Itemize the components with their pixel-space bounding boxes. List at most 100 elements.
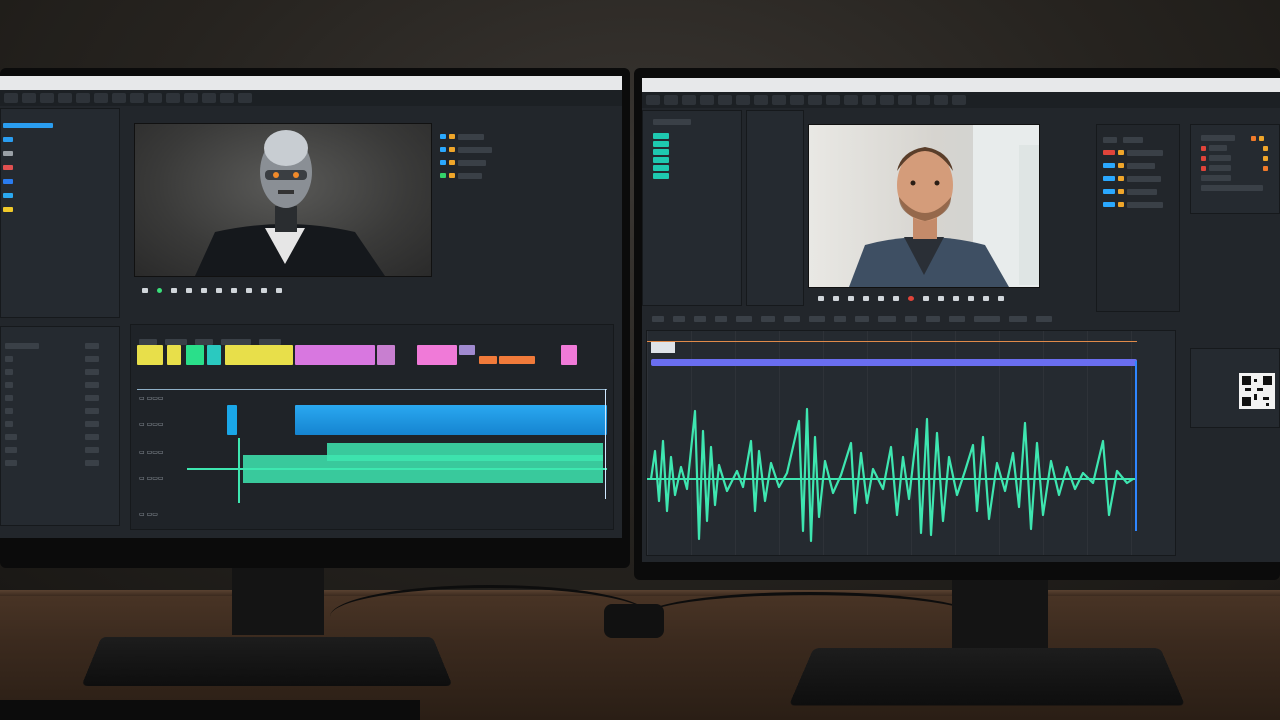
list-item[interactable] xyxy=(651,172,737,180)
marker-row[interactable] xyxy=(438,169,495,182)
menu-button[interactable] xyxy=(130,93,144,103)
color-swatch[interactable] xyxy=(119,207,120,212)
color-swatch[interactable] xyxy=(3,193,13,198)
menu-button[interactable] xyxy=(862,95,876,105)
list-item[interactable] xyxy=(651,132,737,140)
timeline-clip[interactable] xyxy=(207,345,221,365)
menu-button[interactable] xyxy=(916,95,930,105)
step-icon[interactable] xyxy=(878,296,884,301)
menu-button[interactable] xyxy=(238,93,252,103)
inspector-row[interactable] xyxy=(1199,153,1275,163)
menu-button[interactable] xyxy=(58,93,72,103)
timeline-clip[interactable] xyxy=(186,345,204,365)
list-item[interactable] xyxy=(651,140,737,148)
audio-tool-button[interactable] xyxy=(784,316,800,322)
step-icon[interactable] xyxy=(998,296,1004,301)
timeline-clip[interactable] xyxy=(417,345,457,365)
list-item[interactable] xyxy=(651,148,737,156)
list-item[interactable] xyxy=(3,339,117,352)
color-swatch[interactable] xyxy=(119,151,120,156)
menu-button[interactable] xyxy=(898,95,912,105)
menu-button[interactable] xyxy=(646,95,660,105)
list-item[interactable] xyxy=(3,417,117,430)
step-icon[interactable] xyxy=(893,296,899,301)
audio-tool-button[interactable] xyxy=(652,316,664,322)
menu-button[interactable] xyxy=(166,93,180,103)
camera-viewer[interactable] xyxy=(808,124,1040,288)
menu-button[interactable] xyxy=(202,93,216,103)
audio-tool-button[interactable] xyxy=(926,316,940,322)
audio-tool-button[interactable] xyxy=(809,316,825,322)
color-swatch[interactable] xyxy=(3,151,13,156)
menu-button[interactable] xyxy=(22,93,36,103)
audio-tool-button[interactable] xyxy=(1036,316,1052,322)
effect-item[interactable] xyxy=(1101,159,1175,172)
audio-tool-button[interactable] xyxy=(949,316,965,322)
color-swatch[interactable] xyxy=(119,123,120,128)
inspector-row[interactable] xyxy=(1199,143,1275,153)
step-icon[interactable] xyxy=(953,296,959,301)
effect-item[interactable] xyxy=(1101,172,1175,185)
audio-clip[interactable] xyxy=(295,405,607,435)
timeline-clip[interactable] xyxy=(225,345,293,365)
audio-tool-button[interactable] xyxy=(878,316,896,322)
menu-button[interactable] xyxy=(148,93,162,103)
timeline-clip[interactable] xyxy=(167,345,181,365)
menu-button[interactable] xyxy=(772,95,786,105)
step-icon[interactable] xyxy=(276,288,282,293)
inspector-row[interactable] xyxy=(1199,183,1275,193)
menu-button[interactable] xyxy=(4,93,18,103)
record-icon[interactable] xyxy=(908,296,914,301)
step-icon[interactable] xyxy=(818,296,824,301)
step-icon[interactable] xyxy=(863,296,869,301)
timeline-clip[interactable] xyxy=(137,345,163,365)
menu-button[interactable] xyxy=(112,93,126,103)
step-icon[interactable] xyxy=(246,288,252,293)
audio-tool-button[interactable] xyxy=(855,316,869,322)
menu-button[interactable] xyxy=(664,95,678,105)
color-swatch[interactable] xyxy=(3,207,13,212)
menu-button[interactable] xyxy=(880,95,894,105)
color-swatch[interactable] xyxy=(3,165,13,170)
playhead[interactable] xyxy=(605,389,606,499)
color-swatch[interactable] xyxy=(3,179,13,184)
playhead[interactable] xyxy=(1135,361,1137,531)
menu-button[interactable] xyxy=(736,95,750,105)
menu-button[interactable] xyxy=(184,93,198,103)
step-icon[interactable] xyxy=(261,288,267,293)
step-icon[interactable] xyxy=(201,288,207,293)
inspector-row[interactable] xyxy=(1199,163,1275,173)
waveform-editor[interactable] xyxy=(646,330,1176,556)
audio-tool-button[interactable] xyxy=(1009,316,1027,322)
marker-row[interactable] xyxy=(438,130,495,143)
list-item[interactable] xyxy=(3,443,117,456)
menu-button[interactable] xyxy=(952,95,966,105)
menu-button[interactable] xyxy=(94,93,108,103)
marker-row[interactable] xyxy=(438,143,495,156)
list-item[interactable] xyxy=(3,404,117,417)
audio-tool-button[interactable] xyxy=(974,316,1000,322)
effect-item[interactable] xyxy=(1101,185,1175,198)
menu-button[interactable] xyxy=(754,95,768,105)
step-icon[interactable] xyxy=(186,288,192,293)
color-swatch[interactable] xyxy=(119,179,120,184)
menu-button[interactable] xyxy=(934,95,948,105)
effect-item[interactable] xyxy=(1101,133,1175,146)
timeline-clip[interactable] xyxy=(295,345,375,365)
menu-button[interactable] xyxy=(40,93,54,103)
step-icon[interactable] xyxy=(216,288,222,293)
audio-tool-button[interactable] xyxy=(715,316,727,322)
menu-button[interactable] xyxy=(76,93,90,103)
list-item[interactable] xyxy=(3,456,117,469)
play-icon[interactable] xyxy=(142,288,148,293)
step-icon[interactable] xyxy=(848,296,854,301)
list-item[interactable] xyxy=(651,156,737,164)
range-bar[interactable] xyxy=(651,359,1137,366)
color-swatch[interactable] xyxy=(3,137,13,142)
audio-tool-button[interactable] xyxy=(736,316,752,322)
step-icon[interactable] xyxy=(938,296,944,301)
timeline-clip[interactable] xyxy=(377,345,395,365)
menu-button[interactable] xyxy=(682,95,696,105)
menu-button[interactable] xyxy=(718,95,732,105)
menu-button[interactable] xyxy=(700,95,714,105)
